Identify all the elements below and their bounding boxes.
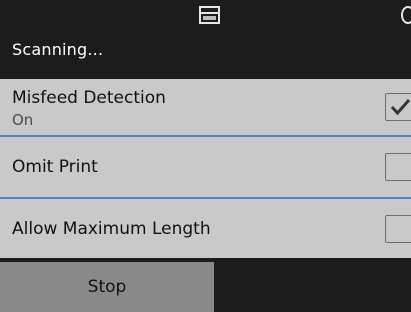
setting-label: Misfeed Detection bbox=[12, 88, 166, 108]
window-icon bbox=[199, 6, 220, 24]
settings-list: Misfeed Detection On Omit Print Allow Ma… bbox=[0, 79, 411, 258]
setting-row-allow-maximum-length[interactable]: Allow Maximum Length bbox=[0, 199, 411, 258]
misfeed-detection-checkbox[interactable] bbox=[385, 93, 411, 121]
status-header: Scanning... bbox=[0, 0, 411, 78]
setting-value: On bbox=[12, 111, 34, 129]
check-icon bbox=[390, 99, 411, 116]
allow-maximum-length-checkbox[interactable] bbox=[385, 214, 411, 243]
setting-label: Allow Maximum Length bbox=[12, 218, 211, 239]
setting-row-misfeed-detection[interactable]: Misfeed Detection On bbox=[0, 79, 411, 135]
setting-label: Omit Print bbox=[12, 157, 98, 177]
stop-button[interactable]: Stop bbox=[0, 262, 214, 312]
partial-status-icon bbox=[401, 6, 411, 24]
footer-bar: Stop bbox=[0, 262, 411, 312]
omit-print-checkbox[interactable] bbox=[385, 153, 411, 181]
status-text: Scanning... bbox=[12, 40, 104, 59]
setting-row-omit-print[interactable]: Omit Print bbox=[0, 137, 411, 197]
